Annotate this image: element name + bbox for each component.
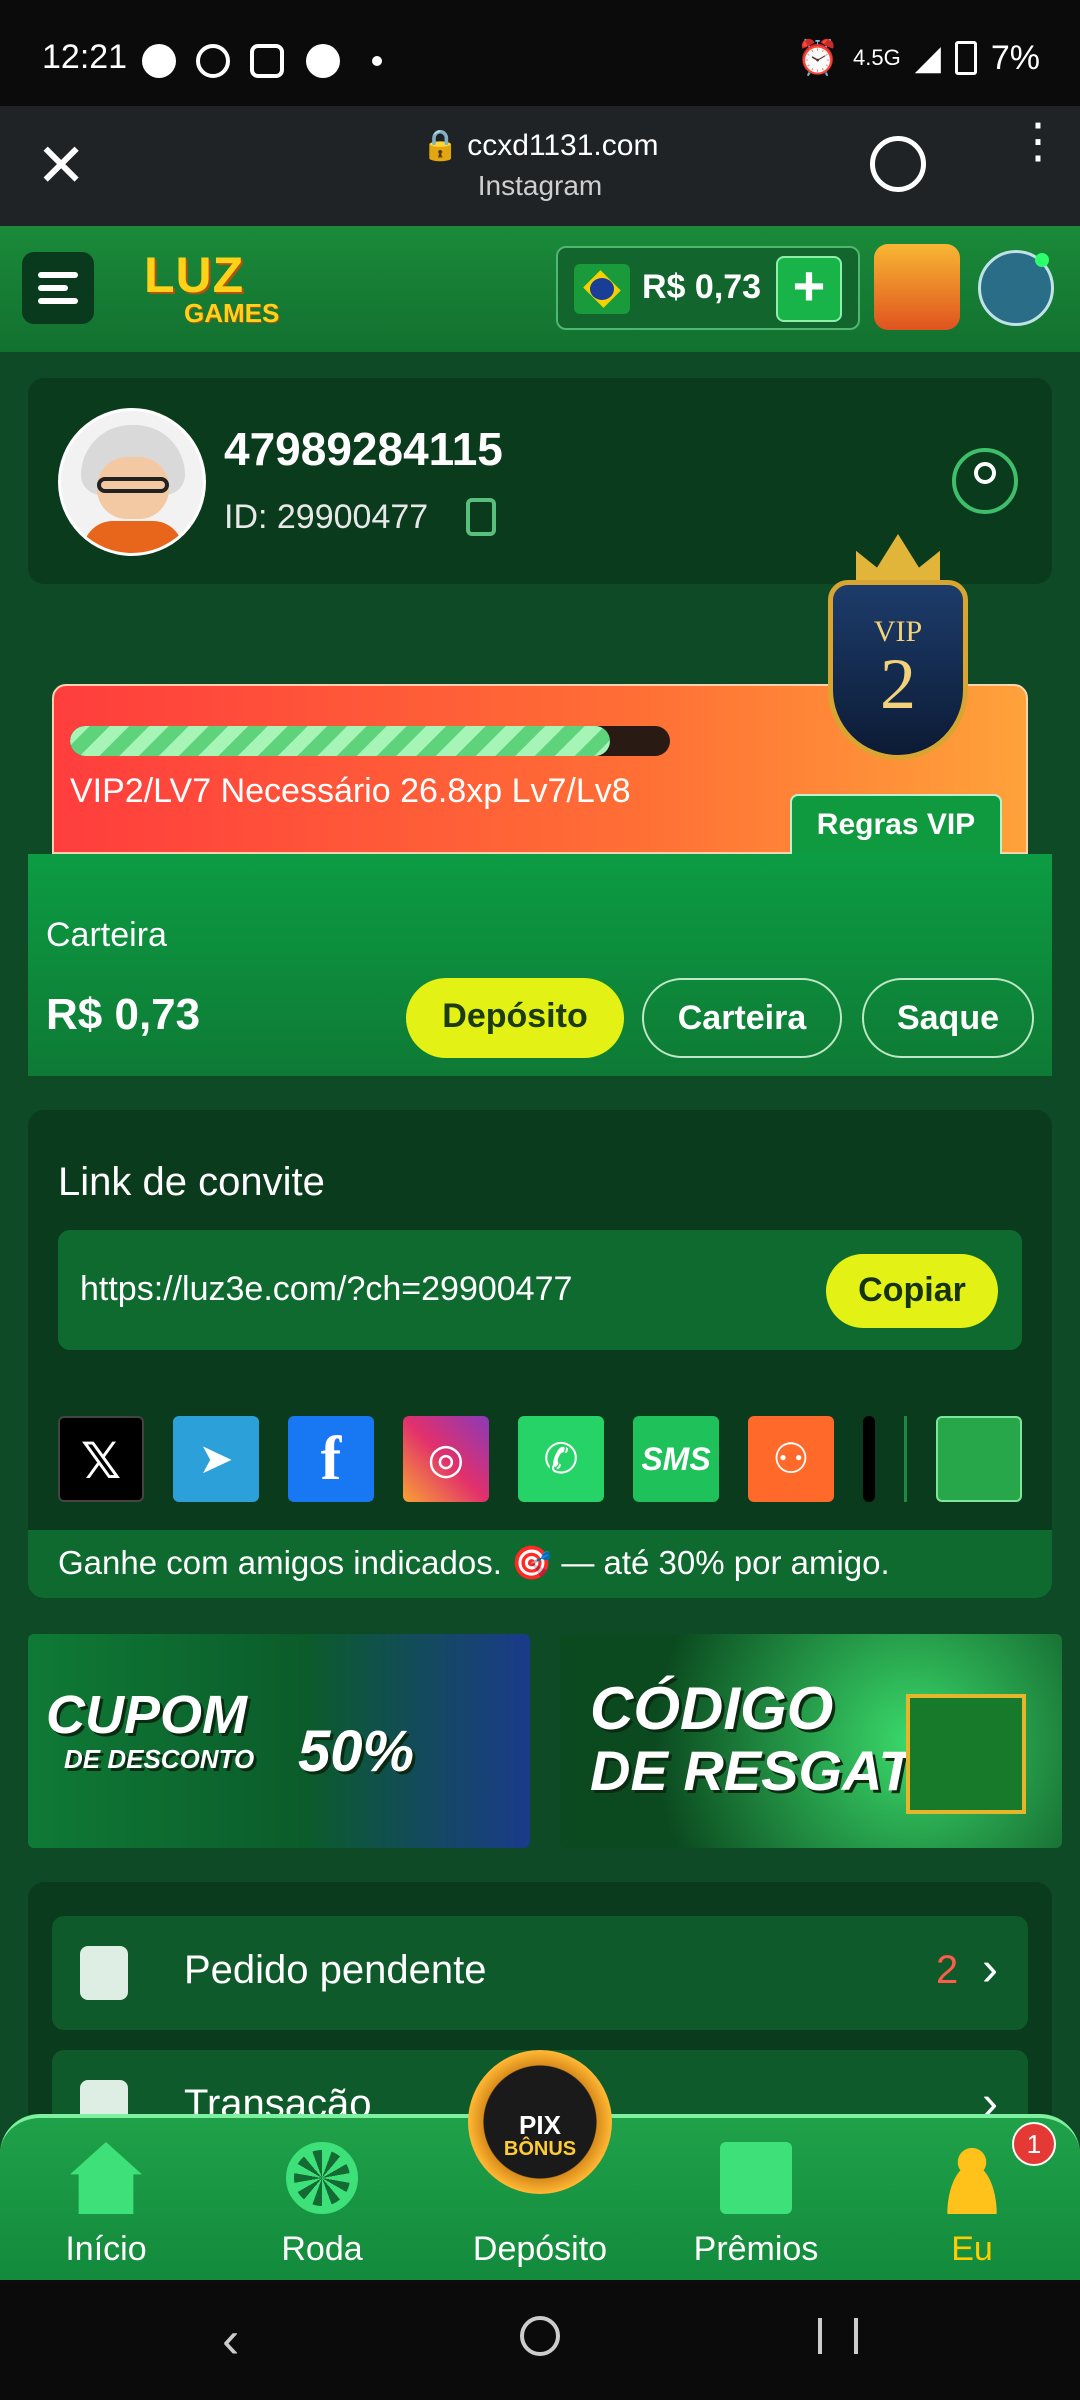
- divider: [904, 1416, 907, 1502]
- recents-icon[interactable]: [818, 2318, 858, 2354]
- nav-prizes[interactable]: Prêmios: [656, 2118, 856, 2284]
- vip-rules-button[interactable]: Regras VIP: [790, 794, 1002, 856]
- nav-home[interactable]: Início: [6, 2118, 206, 2284]
- url-label: ccxd1131.com: [467, 129, 659, 162]
- profile-avatar[interactable]: [58, 408, 206, 556]
- circle-status-icon: [306, 44, 340, 78]
- edit-profile-icon[interactable]: [952, 448, 1018, 514]
- notification-badge[interactable]: 1: [1012, 2122, 1056, 2166]
- signal-icon: ◢: [914, 39, 941, 77]
- deposit-button[interactable]: Depósito: [406, 978, 624, 1058]
- instagram-status-icon: [250, 44, 284, 78]
- balance-box[interactable]: R$ 0,73 +: [556, 246, 860, 330]
- pending-label: Pedido pendente: [184, 1948, 487, 1992]
- app-header: LUZ GAMES R$ 0,73 +: [0, 226, 1080, 352]
- lock-icon: 🔒: [421, 129, 468, 162]
- status-bar: 12:21 ⏰ 4.5G ◢ 7%: [0, 0, 1080, 106]
- pix-bonus-button[interactable]: PIX BÔNUS: [468, 2050, 612, 2194]
- user-icon: [936, 2142, 1008, 2214]
- bonus-label: BÔNUS: [503, 2138, 577, 2160]
- invite-tip-text: Ganhe com amigos indicados. 🎯 — até 30% …: [58, 1544, 890, 1581]
- speed-gauge-icon[interactable]: [870, 136, 926, 192]
- wheel-icon: [286, 2142, 358, 2214]
- system-nav-bar: ‹: [0, 2280, 1080, 2400]
- partial-icon[interactable]: [863, 1416, 875, 1502]
- nav-deposit-label: Depósito: [472, 2230, 608, 2268]
- pix-label: PIX: [519, 2110, 561, 2140]
- wallet-card: Carteira R$ 0,73 Depósito Carteira Saque: [28, 854, 1052, 1076]
- more-apps-icon[interactable]: [936, 1416, 1022, 1502]
- wallet-button[interactable]: Carteira: [642, 978, 842, 1058]
- sms-icon[interactable]: SMS: [633, 1416, 719, 1502]
- nav-wheel-label: Roda: [281, 2230, 363, 2268]
- whatsapp-icon[interactable]: ✆: [518, 1416, 604, 1502]
- online-dot: [1035, 253, 1049, 267]
- nav-wheel[interactable]: Roda: [222, 2118, 422, 2284]
- pending-count: 2: [936, 1948, 959, 1992]
- redeem-subtitle: DE RESGATE: [590, 1739, 950, 1802]
- invite-tip: Ganhe com amigos indicados. 🎯 — até 30% …: [28, 1530, 1052, 1598]
- balance-amount: R$ 0,73: [642, 268, 762, 306]
- battery-icon: [954, 41, 977, 75]
- vip-badge: VIP 2: [818, 530, 978, 790]
- logo-subtext: GAMES: [184, 298, 280, 328]
- vip-shield: VIP 2: [828, 580, 968, 760]
- nav-me-label: Eu: [951, 2230, 993, 2268]
- user-id: ID: 29900477: [224, 498, 429, 536]
- kwai-icon[interactable]: ⚇: [748, 1416, 834, 1502]
- username: 47989284115: [224, 423, 503, 475]
- redeem-code-banner[interactable]: CÓDIGO DE RESGATE: [560, 1634, 1062, 1848]
- nav-prizes-label: Prêmios: [693, 2230, 819, 2268]
- alarm-icon: ⏰: [796, 39, 839, 77]
- redeem-title: CÓDIGO: [590, 1675, 834, 1742]
- instagram-icon[interactable]: ◎: [403, 1416, 489, 1502]
- home-system-icon[interactable]: [520, 2316, 560, 2356]
- gift-box-icon: [906, 1694, 1026, 1814]
- invite-card: Link de convite https://luz3e.com/?ch=29…: [28, 1110, 1052, 1598]
- logo[interactable]: LUZ GAMES: [140, 240, 320, 336]
- clipboard-icon: [80, 1946, 128, 2000]
- vip-progress-bar: [70, 726, 670, 756]
- facebook-icon[interactable]: f: [288, 1416, 374, 1502]
- brazil-flag-icon: [574, 264, 630, 314]
- battery-label: 7%: [990, 38, 1040, 77]
- browser-bar: ✕ 🔒 ccxd1131.com Instagram ⋮: [0, 106, 1080, 226]
- coupon-percent: 50%: [298, 1719, 415, 1784]
- logo-text: LUZ: [144, 247, 245, 303]
- gift-icon: [720, 2142, 792, 2214]
- telegram-icon[interactable]: ➤: [173, 1416, 259, 1502]
- coupon-title: CUPOM: [46, 1685, 247, 1745]
- invite-link[interactable]: https://luz3e.com/?ch=29900477: [80, 1270, 572, 1309]
- whatsapp-status-icon: [196, 44, 230, 78]
- chat-icon: [142, 44, 176, 78]
- add-funds-button[interactable]: +: [776, 256, 842, 322]
- home-icon: [70, 2142, 142, 2214]
- treasure-chest-icon[interactable]: [874, 244, 960, 330]
- clock: 12:21: [42, 38, 128, 76]
- vip-progress-text: VIP2/LV7 Necessário 26.8xp Lv7/Lv8: [70, 772, 631, 810]
- menu-icon[interactable]: [22, 252, 94, 324]
- coupon-subtitle: DE DESCONTO: [64, 1744, 255, 1774]
- sms-label: SMS: [641, 1441, 711, 1477]
- chevron-right-icon: ›: [982, 1943, 998, 1996]
- more-notifications-icon: [372, 56, 382, 66]
- invite-link-box: https://luz3e.com/?ch=29900477 Copiar: [58, 1230, 1022, 1350]
- x-icon[interactable]: 𝕏: [58, 1416, 144, 1502]
- copy-button[interactable]: Copiar: [826, 1254, 998, 1328]
- wallet-label: Carteira: [46, 916, 167, 954]
- wallet-amount: R$ 0,73: [46, 990, 201, 1039]
- network-label: 4.5G: [853, 45, 901, 70]
- coupon-banner[interactable]: CUPOM DE DESCONTO 50%: [28, 1634, 530, 1848]
- withdraw-button[interactable]: Saque: [862, 978, 1034, 1058]
- copy-icon[interactable]: [466, 498, 496, 536]
- nav-home-label: Início: [65, 2230, 147, 2268]
- more-menu-icon[interactable]: ⋮: [1014, 118, 1062, 166]
- invite-title: Link de convite: [58, 1160, 325, 1204]
- list-item-pending-order[interactable]: Pedido pendente 2 ›: [52, 1916, 1028, 2030]
- vip-badge-level: 2: [880, 644, 916, 724]
- status-right: ⏰ 4.5G ◢ 7%: [797, 38, 1040, 78]
- back-icon[interactable]: ‹: [222, 2310, 239, 2370]
- avatar[interactable]: [978, 250, 1054, 326]
